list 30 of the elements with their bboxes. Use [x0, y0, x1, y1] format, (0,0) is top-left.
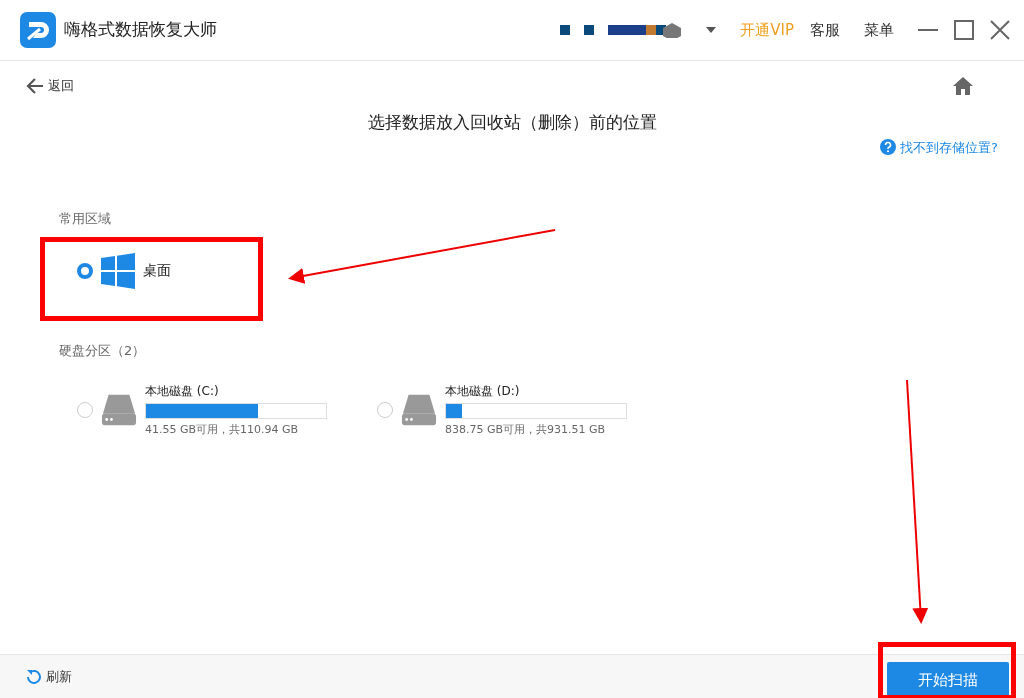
- refresh-link[interactable]: 刷新: [26, 666, 72, 687]
- hard-drive-icon: [101, 394, 137, 427]
- disk-name: 本地磁盘 (C:): [145, 383, 220, 400]
- disk-usage: 838.75 GB可用，共931.51 GB: [445, 422, 607, 438]
- section-label: 常用区域: [59, 210, 112, 228]
- disk-usage: 41.55 GB可用，共110.94 GB: [145, 422, 300, 438]
- page-heading: 选择数据放入回收站（删除）前的位置: [366, 111, 658, 134]
- app-logo-icon: [20, 12, 56, 48]
- disk-name: 本地磁盘 (D:): [445, 383, 521, 400]
- start-scan-button[interactable]: 开始扫描: [887, 662, 1009, 698]
- hard-drive-icon: [401, 394, 437, 427]
- dropdown-caret-icon[interactable]: [706, 27, 717, 33]
- radio-button[interactable]: [77, 262, 93, 279]
- help-icon: [880, 139, 897, 156]
- help-link[interactable]: 找不到存储位置?: [880, 137, 998, 157]
- service-link[interactable]: 客服: [810, 18, 840, 42]
- refresh-icon: [26, 668, 42, 685]
- back-arrow-icon: [26, 78, 44, 94]
- back-link[interactable]: 返回: [26, 76, 74, 96]
- maximize-icon[interactable]: [954, 20, 974, 40]
- app-title: 嗨格式数据恢复大师: [64, 18, 217, 42]
- radio-button[interactable]: [77, 402, 93, 419]
- close-icon[interactable]: [990, 20, 1010, 40]
- windows-logo-icon: [101, 252, 135, 289]
- desktop-label: 桌面: [143, 261, 171, 280]
- desktop-option[interactable]: 桌面: [77, 250, 217, 291]
- home-icon[interactable]: [952, 76, 974, 96]
- menu-link[interactable]: 菜单: [864, 18, 894, 42]
- section-label: 硬盘分区（2）: [59, 341, 147, 360]
- radio-button[interactable]: [377, 402, 393, 419]
